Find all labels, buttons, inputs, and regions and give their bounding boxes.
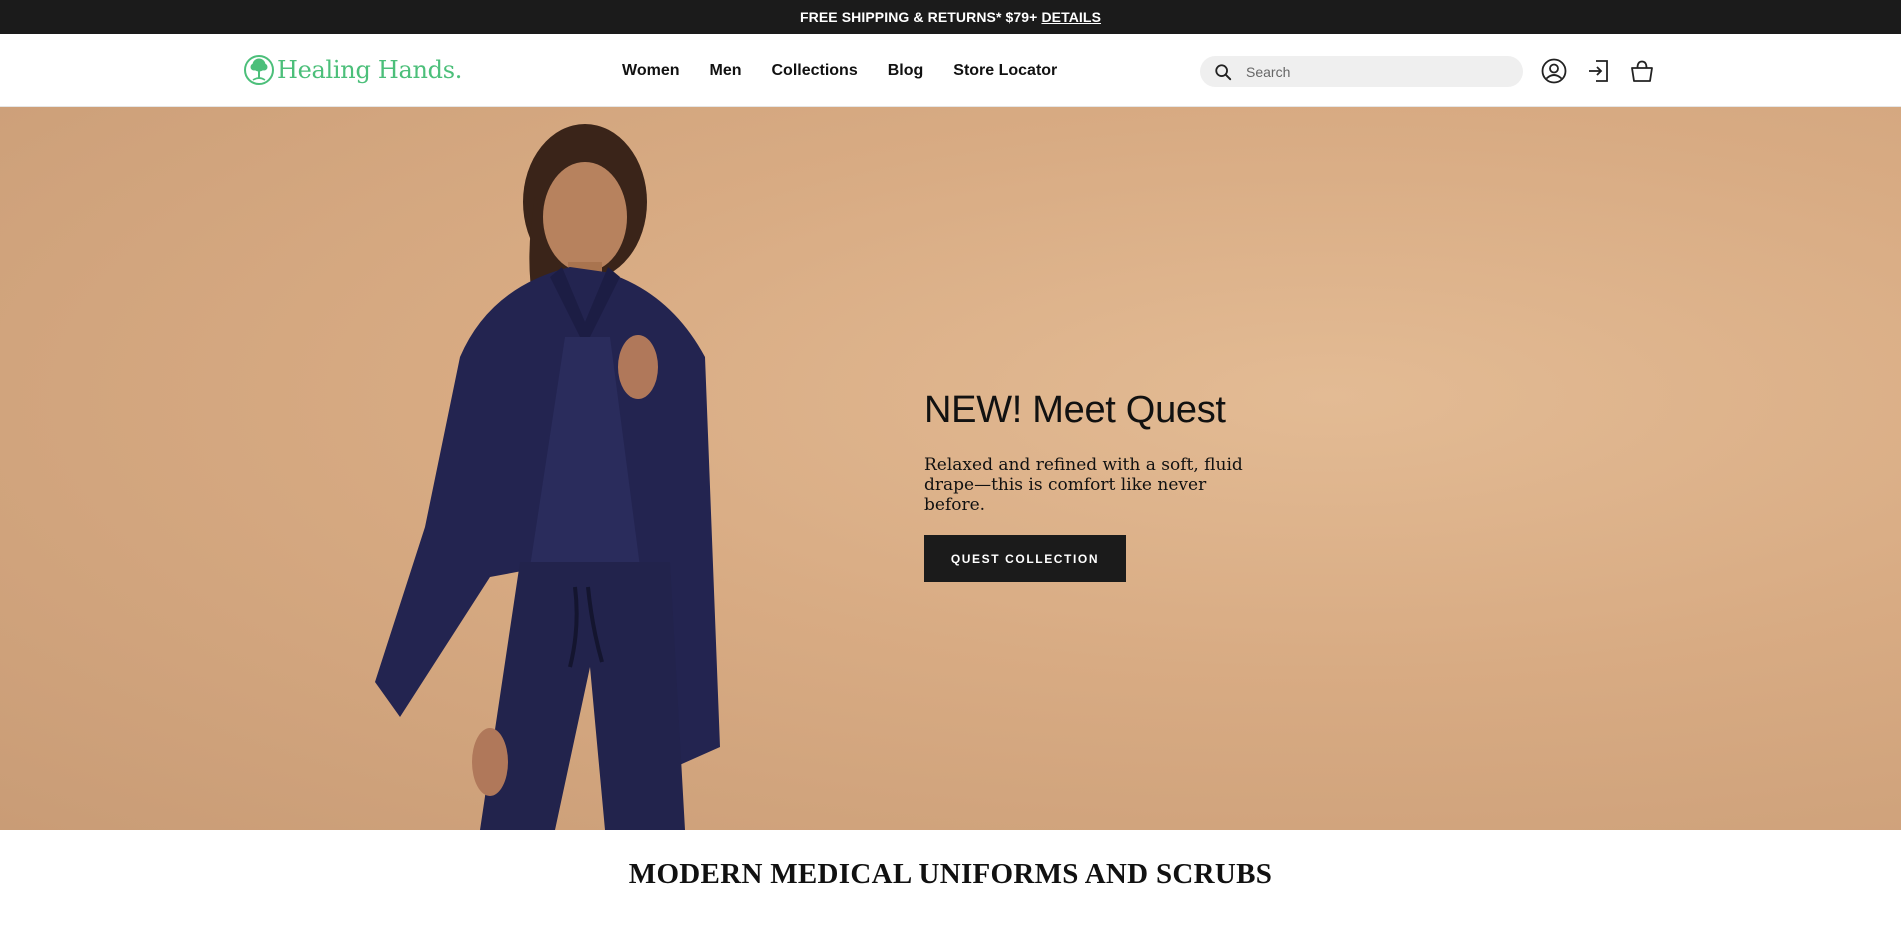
nav-women[interactable]: Women: [622, 62, 679, 80]
nav-blog[interactable]: Blog: [888, 62, 924, 80]
login-icon: [1589, 60, 1608, 82]
hero-subtitle: Relaxed and refined with a soft, fluid d…: [924, 455, 1243, 515]
hero-title: NEW! Meet Quest: [924, 389, 1226, 431]
hero-copy: NEW! Meet Quest Relaxed and refined with…: [924, 387, 1344, 582]
main-nav: Women Men Collections Blog Store Locator: [622, 34, 1057, 107]
logo-text: Healing Hands: [277, 56, 455, 84]
site-header: Healing Hands. Women Men Collections Blo…: [0, 34, 1901, 107]
logo[interactable]: Healing Hands.: [243, 52, 462, 88]
search-icon[interactable]: [1214, 63, 1232, 81]
cart-button[interactable]: [1627, 56, 1657, 86]
account-icon: [1541, 58, 1567, 84]
section-heading: MODERN MEDICAL UNIFORMS AND SCRUBS: [628, 858, 1273, 890]
quest-collection-button[interactable]: QUEST COLLECTION: [924, 535, 1126, 582]
details-link[interactable]: DETAILS: [1041, 9, 1101, 25]
cart-icon: [1631, 60, 1653, 82]
announcement-bar: FREE SHIPPING & RETURNS* $79+ DETAILS: [0, 0, 1901, 34]
account-button[interactable]: [1539, 56, 1569, 86]
nav-men[interactable]: Men: [709, 62, 741, 80]
hero-model-image: [375, 124, 720, 830]
hero-banner: NEW! Meet Quest Relaxed and refined with…: [0, 107, 1901, 830]
logo-dot: .: [454, 56, 463, 84]
nav-store-locator[interactable]: Store Locator: [953, 62, 1057, 80]
nav-collections[interactable]: Collections: [771, 62, 857, 80]
search-input[interactable]: [1246, 63, 1506, 80]
tree-logo-icon: [244, 55, 274, 85]
announcement-text: FREE SHIPPING & RETURNS* $79+: [799, 9, 1038, 25]
login-button[interactable]: [1584, 56, 1614, 86]
search-bar[interactable]: [1200, 56, 1523, 87]
